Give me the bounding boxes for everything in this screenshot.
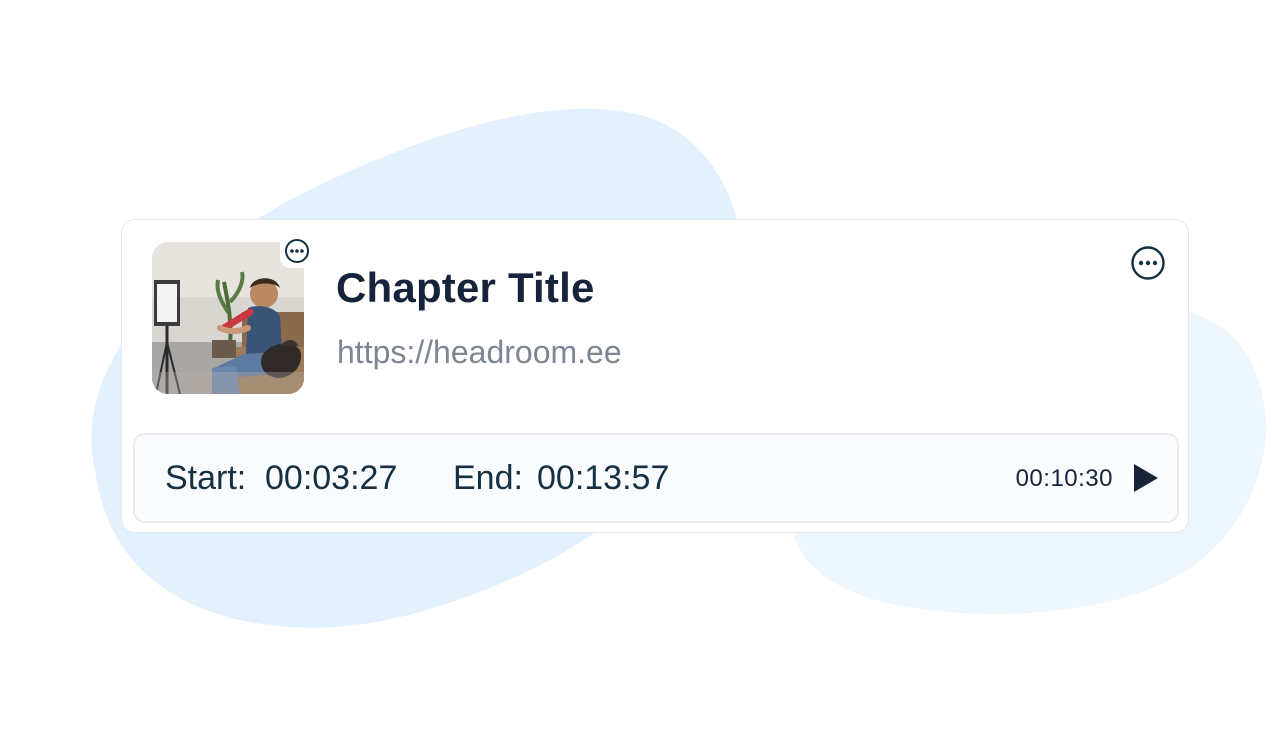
stage: Chapter Title https://headroom.ee Start:… (0, 0, 1272, 756)
start-time: 00:03:27 (265, 459, 398, 497)
chapter-title: Chapter Title (336, 264, 595, 311)
play-icon (1134, 464, 1158, 492)
thumbnail-image (152, 242, 304, 394)
end-time: 00:13:57 (537, 459, 670, 497)
more-horizontal-circle-icon (1131, 246, 1165, 280)
duration: 00:10:30 (1015, 465, 1113, 492)
chapter-thumbnail[interactable] (152, 242, 304, 394)
thumbnail-menu-button[interactable] (280, 234, 314, 268)
timing-bar: Start: 00:03:27 End: 00:13:57 00:10:30 (133, 433, 1179, 523)
end-label: End: (453, 459, 523, 497)
card-menu-button[interactable] (1130, 245, 1166, 281)
chapter-url[interactable]: https://headroom.ee (337, 334, 622, 371)
chapter-card: Chapter Title https://headroom.ee Start:… (121, 219, 1189, 533)
more-horizontal-circle-icon (285, 239, 309, 263)
play-button[interactable] (1129, 461, 1163, 495)
start-label: Start: (165, 459, 247, 497)
thumbnail-container (152, 234, 314, 394)
